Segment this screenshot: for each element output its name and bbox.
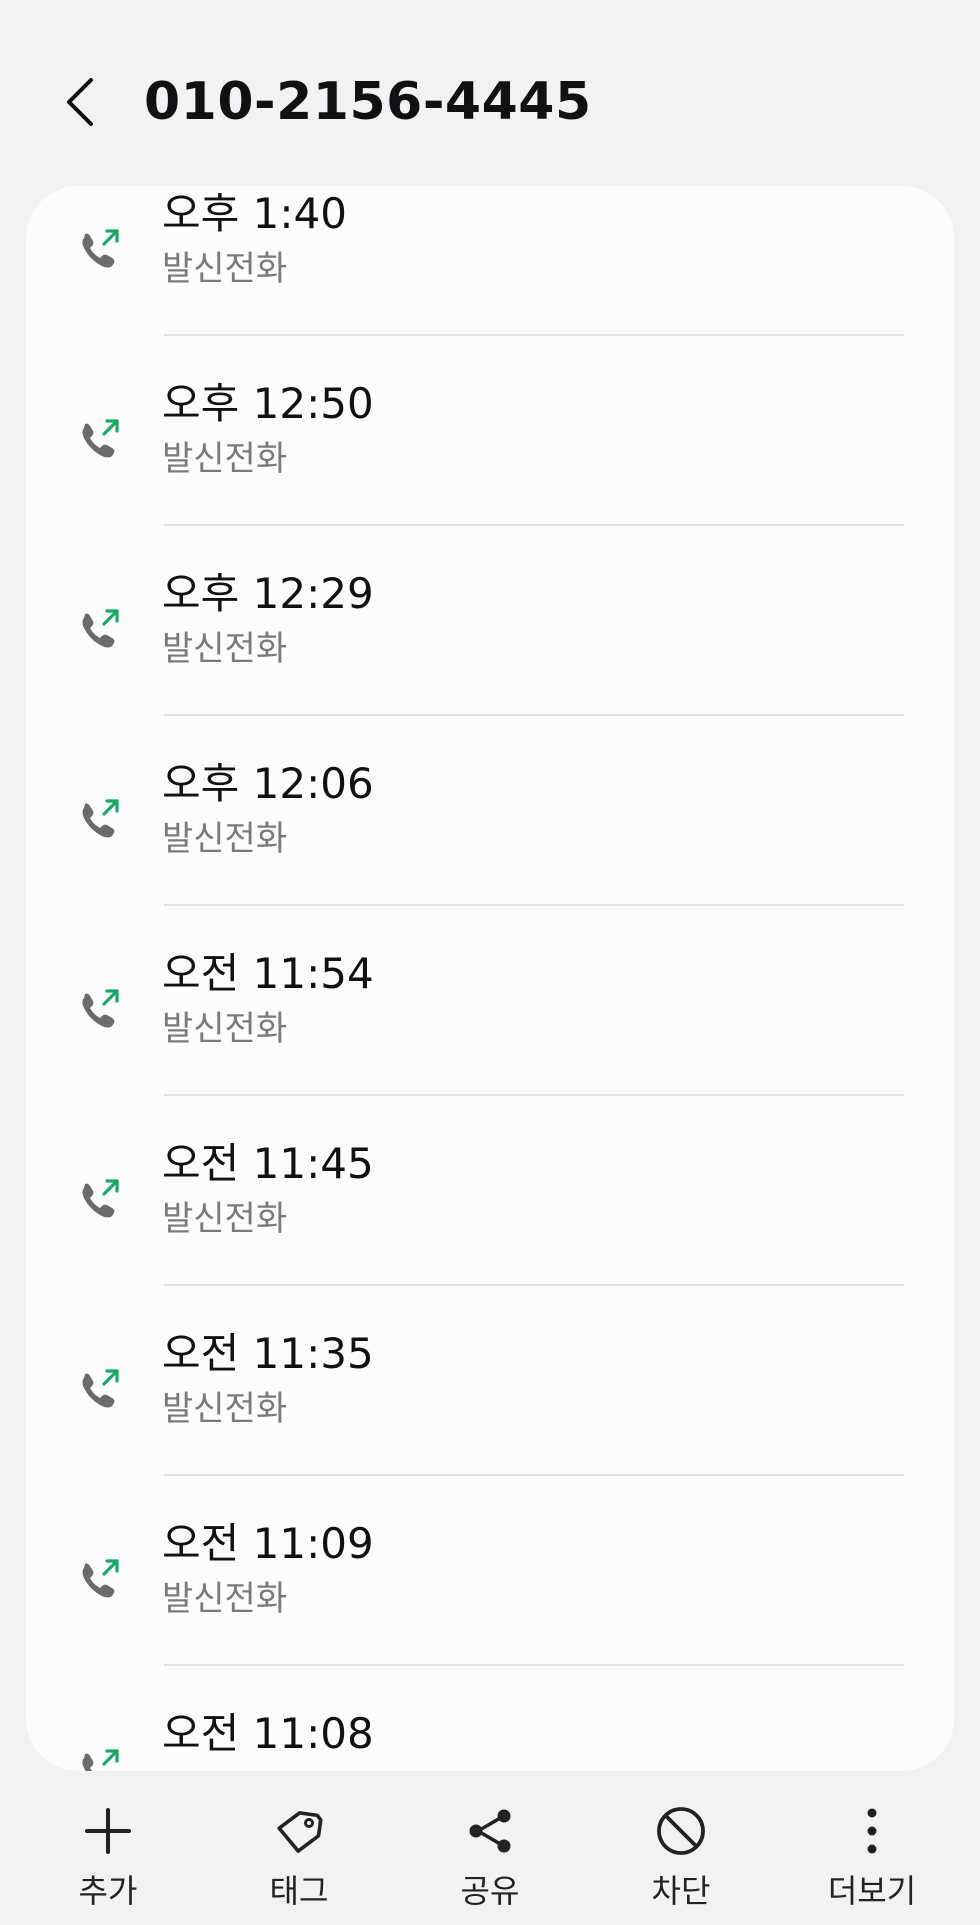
bottom-action-bar: 추가 태그 공유 차단 더보기	[0, 1775, 980, 1925]
call-log-item[interactable]: 오후 12:06 발신전화	[26, 748, 954, 938]
outgoing-call-icon	[74, 1364, 124, 1414]
add-button-label: 추가	[78, 1872, 138, 1910]
block-button[interactable]: 차단	[606, 1775, 756, 1925]
call-time: 오전 11:08	[162, 1709, 374, 1758]
call-time: 오후 1:40	[162, 189, 347, 238]
divider	[164, 904, 904, 906]
outgoing-call-icon	[74, 794, 124, 844]
call-type: 발신전화	[162, 819, 288, 859]
outgoing-call-icon	[74, 1744, 124, 1771]
call-type: 발신전화	[162, 249, 288, 289]
more-button[interactable]: 더보기	[797, 1775, 947, 1925]
call-log-item[interactable]: 오전 11:45 발신전화	[26, 1128, 954, 1318]
outgoing-call-icon	[74, 224, 124, 274]
call-type: 발신전화	[162, 439, 288, 479]
divider	[164, 334, 904, 336]
call-type: 발신전화	[162, 1009, 288, 1049]
share-button[interactable]: 공유	[415, 1775, 565, 1925]
call-time: 오후 12:06	[162, 759, 374, 808]
plus-icon	[80, 1803, 136, 1859]
call-log-item[interactable]: 오후 1:40 발신전화	[26, 186, 954, 368]
block-button-label: 차단	[651, 1872, 711, 1910]
share-button-label: 공유	[460, 1872, 520, 1910]
call-time: 오후 12:50	[162, 379, 374, 428]
tag-icon	[271, 1803, 327, 1859]
more-vertical-icon	[844, 1803, 900, 1859]
add-button[interactable]: 추가	[33, 1775, 183, 1925]
call-history-list[interactable]: 오후 1:40 발신전화 오후 12:50 발신전화 오후 12:29 발신전화 오후 12…	[26, 186, 954, 1771]
tag-button[interactable]: 태그	[224, 1775, 374, 1925]
page-title: 010-2156-4445	[144, 72, 592, 132]
call-type: 발신전화	[162, 1199, 288, 1239]
back-button[interactable]	[52, 68, 108, 136]
outgoing-call-icon	[74, 1554, 124, 1604]
call-time: 오후 12:29	[162, 569, 374, 618]
tag-button-label: 태그	[269, 1872, 329, 1910]
outgoing-call-icon	[74, 1174, 124, 1224]
call-log-item[interactable]: 오전 11:09 발신전화	[26, 1508, 954, 1698]
divider	[164, 714, 904, 716]
chevron-left-icon	[67, 78, 93, 126]
divider	[164, 1664, 904, 1666]
outgoing-call-icon	[74, 984, 124, 1034]
outgoing-call-icon	[74, 414, 124, 464]
call-type: 발신전화	[162, 1389, 288, 1429]
call-log-item[interactable]: 오전 11:08	[26, 1698, 954, 1771]
call-time: 오전 11:09	[162, 1519, 374, 1568]
divider	[164, 1094, 904, 1096]
divider	[164, 524, 904, 526]
call-log-item[interactable]: 오전 11:35 발신전화	[26, 1318, 954, 1508]
divider	[164, 1284, 904, 1286]
call-time: 오전 11:45	[162, 1139, 374, 1188]
call-time: 오전 11:35	[162, 1329, 374, 1378]
call-type: 발신전화	[162, 629, 288, 669]
call-log-item[interactable]: 오후 12:50 발신전화	[26, 368, 954, 558]
block-icon	[653, 1803, 709, 1859]
divider	[164, 1474, 904, 1476]
call-log-item[interactable]: 오전 11:54 발신전화	[26, 938, 954, 1128]
more-button-label: 더보기	[827, 1872, 917, 1910]
call-type: 발신전화	[162, 1579, 288, 1619]
call-log-item[interactable]: 오후 12:29 발신전화	[26, 558, 954, 748]
header: 010-2156-4445	[0, 0, 980, 190]
call-time: 오전 11:54	[162, 949, 374, 998]
outgoing-call-icon	[74, 604, 124, 654]
share-icon	[462, 1803, 518, 1859]
